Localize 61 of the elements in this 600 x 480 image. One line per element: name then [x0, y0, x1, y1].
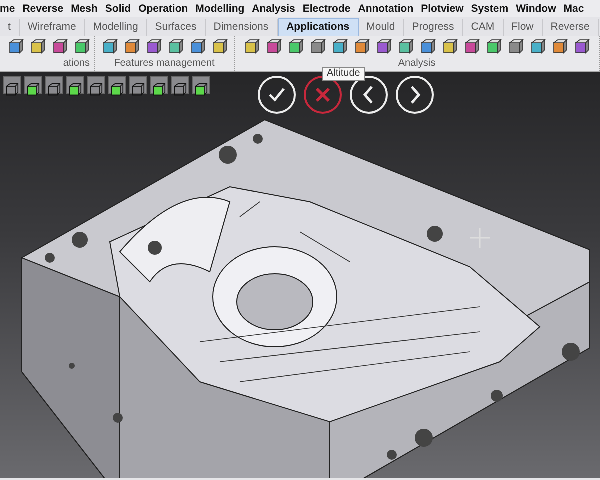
cube-view-button[interactable] [150, 76, 168, 94]
cube-tool-icon[interactable] [30, 39, 46, 55]
menu-item[interactable]: System [471, 2, 509, 16]
cube-tool-icon[interactable] [464, 39, 480, 55]
cube-tool-icon[interactable] [508, 39, 524, 55]
menu-item[interactable]: Solid [105, 2, 132, 16]
previous-button[interactable] [350, 76, 388, 114]
cube-view-button[interactable] [108, 76, 126, 94]
next-button[interactable] [396, 76, 434, 114]
cube-view-button[interactable] [192, 76, 210, 94]
menu-item[interactable]: Electrode [302, 2, 351, 16]
cube-tool-icon[interactable] [420, 39, 436, 55]
cube-view-button[interactable] [45, 76, 63, 94]
menu-item[interactable]: Analysis [252, 2, 296, 16]
cube-view-button[interactable] [87, 76, 105, 94]
ribbon-tab[interactable]: Applications [278, 18, 359, 36]
cube-tool-icon[interactable] [398, 39, 414, 55]
close-icon [316, 88, 330, 102]
cube-tool-icon[interactable] [552, 39, 568, 55]
menu-item[interactable]: Annotation [358, 2, 414, 16]
group-label: Analysis [398, 58, 436, 70]
cube-view-button[interactable] [66, 76, 84, 94]
menu-item[interactable]: Mac [564, 2, 584, 16]
cube-tool-icon[interactable] [168, 39, 184, 55]
menu-item[interactable]: Modelling [196, 2, 245, 16]
cube-tool-icon[interactable] [486, 39, 502, 55]
menu-item[interactable]: Operation [138, 2, 188, 16]
menu-item[interactable]: Window [516, 2, 556, 16]
cube-tool-icon[interactable] [74, 39, 90, 55]
menu-item[interactable]: Plotview [421, 2, 464, 16]
check-icon [269, 88, 285, 102]
cube-tool-icon[interactable] [332, 39, 348, 55]
cube-view-button[interactable] [171, 76, 189, 94]
cube-tool-icon[interactable] [244, 39, 260, 55]
cube-tool-icon[interactable] [52, 39, 68, 55]
cube-tool-icon[interactable] [102, 39, 118, 55]
cube-view-button[interactable] [129, 76, 147, 94]
group-label: ations [63, 58, 90, 70]
cube-tool-icon[interactable] [266, 39, 282, 55]
cube-tool-icon[interactable] [212, 39, 228, 55]
chevron-left-icon [363, 86, 373, 104]
menu-item[interactable]: Mesh [71, 2, 98, 16]
cube-view-button[interactable] [24, 76, 42, 94]
cube-tool-icon[interactable] [354, 39, 370, 55]
group-label: Features management [114, 58, 215, 70]
chevron-right-icon [411, 86, 421, 104]
cube-tool-icon[interactable] [288, 39, 304, 55]
cube-tool-icon[interactable] [8, 39, 24, 55]
menu-item[interactable]: Reverse [22, 2, 64, 16]
cube-tool-icon[interactable] [376, 39, 392, 55]
tooltip: Altitude [322, 67, 366, 81]
confirm-button[interactable] [258, 76, 296, 114]
cube-tool-icon[interactable] [124, 39, 140, 55]
cube-tool-icon[interactable] [574, 39, 590, 55]
cube-tool-icon[interactable] [190, 39, 206, 55]
menu-item[interactable]: me [0, 2, 16, 16]
cube-tool-icon[interactable] [530, 39, 546, 55]
cube-view-button[interactable] [3, 76, 21, 94]
cube-tool-icon[interactable] [310, 39, 326, 55]
cube-tool-icon[interactable] [146, 39, 162, 55]
cube-tool-icon[interactable] [442, 39, 458, 55]
